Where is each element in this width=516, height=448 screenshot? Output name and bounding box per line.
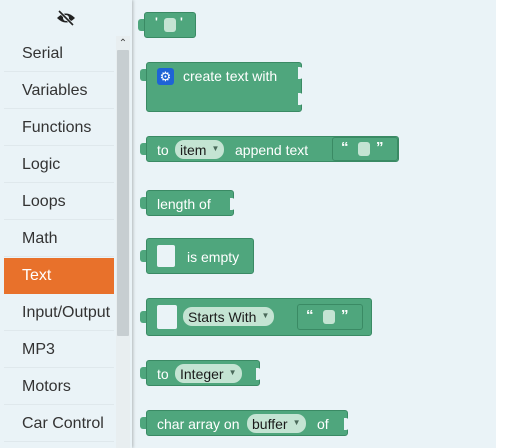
length-of-label: length of: [157, 196, 211, 212]
append-text-block[interactable]: to item append text “ ”: [146, 136, 399, 162]
text-literal-block[interactable]: “ ”: [297, 304, 363, 330]
text-literal-block[interactable]: ' ': [144, 12, 196, 38]
text-value-field[interactable]: [358, 142, 370, 156]
gear-icon[interactable]: ⚙: [157, 68, 174, 85]
value-input-slot[interactable]: [157, 245, 175, 267]
toolbox-scrollbar-thumb[interactable]: [117, 50, 129, 336]
create-text-with-block[interactable]: ⚙ create text with: [146, 62, 303, 112]
input-socket: [256, 368, 261, 380]
open-quote: “: [306, 307, 314, 324]
append-text-label: append text: [235, 142, 309, 158]
output-connector: [140, 143, 146, 155]
variable-dropdown[interactable]: item: [175, 140, 225, 159]
text-literal-block[interactable]: “ ”: [332, 137, 398, 161]
to-label: to: [157, 366, 169, 382]
output-connector: [138, 19, 144, 31]
blocks-flyout: ' ' ⚙ create text with to item append te…: [132, 0, 496, 448]
close-quote: ': [180, 15, 183, 29]
output-connector: [140, 367, 146, 379]
to-label: to: [157, 142, 169, 158]
category-variables[interactable]: Variables: [4, 73, 114, 109]
variable-name: buffer: [252, 415, 288, 432]
output-connector: [140, 69, 146, 81]
category-serial[interactable]: Serial: [4, 36, 114, 72]
category-input-output[interactable]: Input/Output: [4, 295, 114, 331]
starts-with-block[interactable]: Starts With “ ”: [146, 298, 372, 336]
category-loops[interactable]: Loops: [4, 184, 114, 220]
category-mp3[interactable]: MP3: [4, 332, 114, 368]
is-empty-label: is empty: [187, 249, 240, 265]
is-empty-block[interactable]: is empty: [146, 238, 254, 274]
of-label: of: [317, 416, 329, 432]
variable-dropdown[interactable]: buffer: [247, 414, 306, 433]
open-quote: ': [155, 15, 158, 29]
char-array-block[interactable]: char array on buffer of: [146, 410, 349, 436]
scroll-up-icon[interactable]: ⌃: [116, 36, 130, 50]
input-socket: [298, 67, 303, 79]
category-math[interactable]: Math: [4, 221, 114, 257]
hide-toolbox-icon[interactable]: [0, 0, 132, 36]
to-integer-block[interactable]: to Integer: [146, 360, 261, 386]
category-motors[interactable]: Motors: [4, 369, 114, 405]
output-connector: [140, 250, 146, 262]
variable-name: item: [180, 141, 207, 158]
input-socket: [344, 418, 349, 430]
length-of-block[interactable]: length of: [146, 190, 235, 216]
text-op-dropdown[interactable]: Starts With: [183, 307, 275, 326]
open-quote: “: [341, 139, 349, 156]
category-functions[interactable]: Functions: [4, 110, 114, 146]
output-connector: [140, 311, 146, 323]
type-dropdown[interactable]: Integer: [175, 364, 242, 383]
input-socket: [298, 93, 303, 105]
create-text-label: create text with: [183, 68, 278, 84]
text-op-name: Starts With: [188, 308, 257, 325]
text-value-field[interactable]: [164, 18, 176, 32]
value-input-slot[interactable]: [157, 305, 177, 329]
output-connector: [140, 417, 146, 429]
char-array-label: char array on: [157, 416, 240, 432]
type-name: Integer: [180, 365, 224, 382]
input-socket: [230, 198, 235, 210]
category-logic[interactable]: Logic: [4, 147, 114, 183]
close-quote: ”: [376, 139, 384, 156]
category-car-control[interactable]: Car Control: [4, 406, 114, 442]
toolbox-sidebar: Serial Variables Functions Logic Loops M…: [0, 0, 132, 448]
category-text[interactable]: Text: [4, 258, 114, 294]
close-quote: ”: [341, 307, 349, 324]
output-connector: [140, 197, 146, 209]
text-value-field[interactable]: [323, 310, 335, 324]
